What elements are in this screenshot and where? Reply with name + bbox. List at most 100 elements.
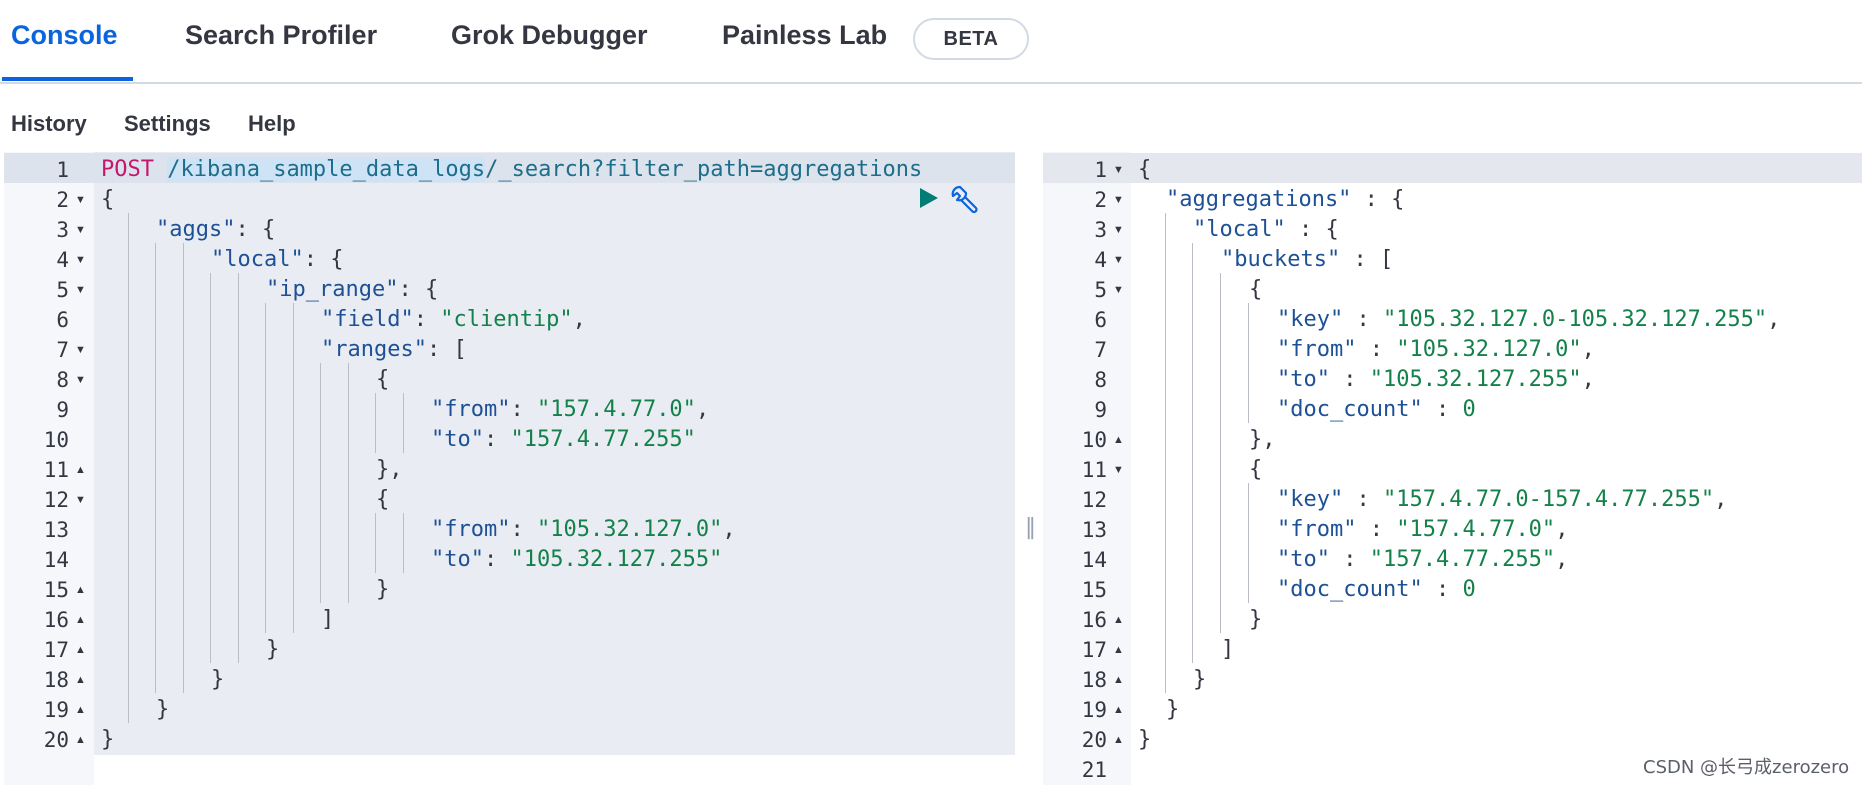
line-number: 16 (43, 608, 69, 632)
fold-collapse-icon[interactable]: ▼ (75, 275, 86, 305)
indent-guide (1248, 483, 1249, 603)
indent-guide (183, 243, 184, 693)
line-number: 9 (56, 398, 69, 422)
request-line-11: }, (376, 457, 403, 482)
indent-guide (1220, 273, 1221, 633)
response-line-4: "buckets" : [ (1221, 247, 1394, 272)
response-line-17: ] (1221, 637, 1235, 662)
request-line-5: "ip_range": { (266, 277, 439, 302)
line-number: 13 (43, 518, 69, 542)
request-line-17: } (266, 637, 280, 662)
line-number: 18 (1081, 668, 1107, 692)
fold-collapse-icon[interactable]: ▼ (75, 365, 86, 395)
fold-expand-icon[interactable]: ▲ (75, 695, 86, 725)
line-number: 11 (1081, 458, 1107, 482)
fold-expand-icon[interactable]: ▲ (75, 665, 86, 695)
line-number: 16 (1081, 608, 1107, 632)
line-number: 3 (56, 218, 69, 242)
indent-guide (1248, 303, 1249, 423)
response-line-13: "from" : "157.4.77.0", (1277, 517, 1569, 542)
request-line-12: { (376, 487, 390, 512)
fold-collapse-icon[interactable]: ▼ (1113, 155, 1124, 185)
indent-guide (155, 243, 156, 693)
fold-collapse-icon[interactable]: ▼ (75, 335, 86, 365)
line-number: 6 (1094, 308, 1107, 332)
resize-handle-icon[interactable]: ‖ (1025, 515, 1036, 540)
request-line-6: "field": "clientip", (321, 307, 586, 332)
request-line-15: } (376, 577, 390, 602)
active-tab-indicator (2, 77, 133, 81)
line-number: 8 (1094, 368, 1107, 392)
http-method: POST (101, 157, 154, 182)
fold-expand-icon[interactable]: ▲ (1113, 635, 1124, 665)
menu-settings[interactable]: Settings (124, 111, 211, 137)
fold-collapse-icon[interactable]: ▼ (1113, 245, 1124, 275)
beta-badge: BETA (913, 18, 1029, 60)
tab-grok-debugger[interactable]: Grok Debugger (451, 20, 648, 51)
indent-guide (128, 213, 129, 723)
request-index: /kibana_sample_data_logs (167, 157, 486, 182)
tab-painless-lab[interactable]: Painless Lab (722, 20, 887, 51)
request-line-10: "to": "157.4.77.255" (431, 427, 696, 452)
line-number: 21 (1081, 758, 1107, 782)
indent-guide (375, 513, 376, 573)
top-tabs: Console Search Profiler Grok Debugger Pa… (0, 0, 1862, 84)
response-line-20: } (1138, 727, 1152, 752)
tab-search-profiler[interactable]: Search Profiler (185, 20, 377, 51)
line-number: 20 (1081, 728, 1107, 752)
response-line-10: }, (1249, 427, 1276, 452)
line-number: 2 (1094, 188, 1107, 212)
request-line-8: { (376, 367, 390, 392)
line-number: 3 (1094, 218, 1107, 242)
response-line-14: "to" : "157.4.77.255", (1277, 547, 1569, 572)
fold-expand-icon[interactable]: ▲ (75, 455, 86, 485)
request-line-18: } (211, 667, 225, 692)
fold-collapse-icon[interactable]: ▼ (75, 485, 86, 515)
fold-collapse-icon[interactable]: ▼ (75, 245, 86, 275)
line-number: 5 (1094, 278, 1107, 302)
line-number: 11 (43, 458, 69, 482)
line-number: 8 (56, 368, 69, 392)
response-line-11: { (1249, 457, 1263, 482)
request-line-9: "from": "157.4.77.0", (431, 397, 710, 422)
indent-guide (348, 363, 349, 603)
fold-expand-icon[interactable]: ▲ (1113, 425, 1124, 455)
line-number: 6 (56, 308, 69, 332)
line-number: 15 (1081, 578, 1107, 602)
request-line-4: "local": { (211, 247, 344, 272)
indent-guide (403, 393, 404, 453)
response-line-18: } (1193, 667, 1207, 692)
fold-expand-icon[interactable]: ▲ (1113, 695, 1124, 725)
fold-collapse-icon[interactable]: ▼ (75, 215, 86, 245)
line-number: 5 (56, 278, 69, 302)
indent-guide (210, 273, 211, 663)
menu-history[interactable]: History (11, 111, 87, 137)
play-icon[interactable] (918, 186, 940, 210)
line-number: 12 (43, 488, 69, 512)
wrench-icon[interactable] (948, 183, 982, 215)
line-number: 14 (43, 548, 69, 572)
indent-guide (1165, 213, 1166, 693)
fold-collapse-icon[interactable]: ▼ (1113, 185, 1124, 215)
indent-guide (238, 273, 239, 663)
fold-expand-icon[interactable]: ▲ (1113, 605, 1124, 635)
tab-console[interactable]: Console (11, 20, 118, 51)
response-current-line (1043, 153, 1862, 183)
fold-expand-icon[interactable]: ▲ (75, 725, 86, 755)
fold-expand-icon[interactable]: ▲ (75, 575, 86, 605)
fold-expand-icon[interactable]: ▲ (1113, 725, 1124, 755)
fold-collapse-icon[interactable]: ▼ (1113, 215, 1124, 245)
fold-collapse-icon[interactable]: ▼ (1113, 455, 1124, 485)
fold-expand-icon[interactable]: ▲ (75, 635, 86, 665)
request-line-16: ] (321, 607, 335, 632)
line-number: 14 (1081, 548, 1107, 572)
line-number: 13 (1081, 518, 1107, 542)
response-line-16: } (1249, 607, 1263, 632)
line-number: 10 (43, 428, 69, 452)
request-endpoint: /_search?filter_path=aggregations (485, 157, 923, 182)
fold-collapse-icon[interactable]: ▼ (75, 185, 86, 215)
fold-expand-icon[interactable]: ▲ (75, 605, 86, 635)
menu-help[interactable]: Help (248, 111, 296, 137)
fold-expand-icon[interactable]: ▲ (1113, 665, 1124, 695)
fold-collapse-icon[interactable]: ▼ (1113, 275, 1124, 305)
